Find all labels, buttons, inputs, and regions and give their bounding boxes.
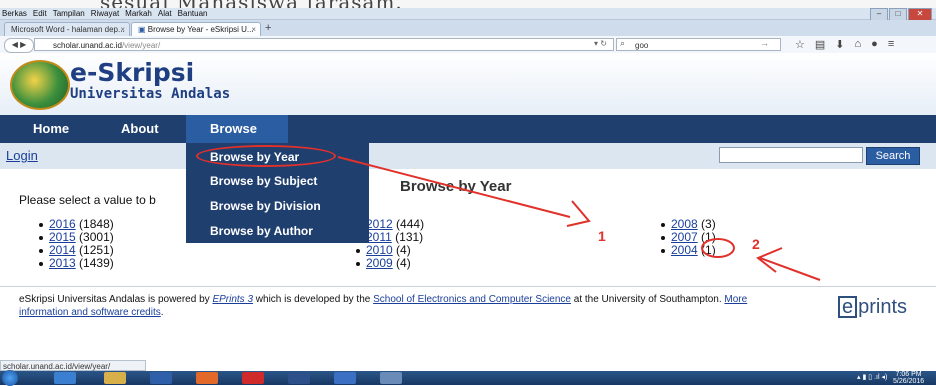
clock: 7:06 PM 5/26/2016 xyxy=(893,371,924,385)
clock-date: 5/26/2016 xyxy=(893,378,925,385)
explorer-taskbar-icon[interactable] xyxy=(104,372,126,384)
annotation-arrow-1 xyxy=(337,156,571,218)
ie-taskbar-icon[interactable] xyxy=(54,372,76,384)
firefox-taskbar-icon[interactable] xyxy=(196,372,218,384)
annotation-arrowhead-1 xyxy=(566,200,591,227)
start-button[interactable] xyxy=(2,370,18,386)
annotation-label-1: 1 xyxy=(598,228,606,244)
paint-taskbar-icon[interactable] xyxy=(380,372,402,384)
annotation-arrows xyxy=(337,156,821,281)
word-taskbar-icon[interactable] xyxy=(334,372,356,384)
footer-text-part: at the University of Southampton. xyxy=(570,294,725,305)
mail-taskbar-icon[interactable] xyxy=(288,372,310,384)
eprints-link[interactable]: EPrints 3 xyxy=(212,294,253,305)
eprints-logo[interactable]: e prints xyxy=(838,296,907,319)
ecs-link[interactable]: School of Electronics and Computer Scien… xyxy=(373,294,571,305)
footer-text: eSkripsi Universitas Andalas is powered … xyxy=(19,293,799,319)
annotation-label-2: 2 xyxy=(752,236,760,252)
opera-taskbar-icon[interactable] xyxy=(242,372,264,384)
eprints-logo-e: e xyxy=(838,296,858,318)
annotation-arrowhead-2 xyxy=(756,247,783,273)
media-taskbar-icon[interactable] xyxy=(150,372,172,384)
taskbar xyxy=(0,371,936,385)
annotation-arrow-2 xyxy=(759,257,821,281)
footer-text-part: eSkripsi Universitas Andalas is powered … xyxy=(19,294,213,305)
eprints-logo-text: prints xyxy=(858,296,908,318)
footer-text-part: which is developed by the xyxy=(253,294,374,305)
footer-text-part: . xyxy=(160,307,164,318)
footer-divider xyxy=(0,286,936,287)
system-tray-icons[interactable]: ▴ ▮ ▯ .ıl ◂) xyxy=(857,373,887,381)
clock-time: 7:06 PM xyxy=(895,371,922,378)
status-bar: scholar.unand.ac.id/view/year/ xyxy=(0,360,146,371)
